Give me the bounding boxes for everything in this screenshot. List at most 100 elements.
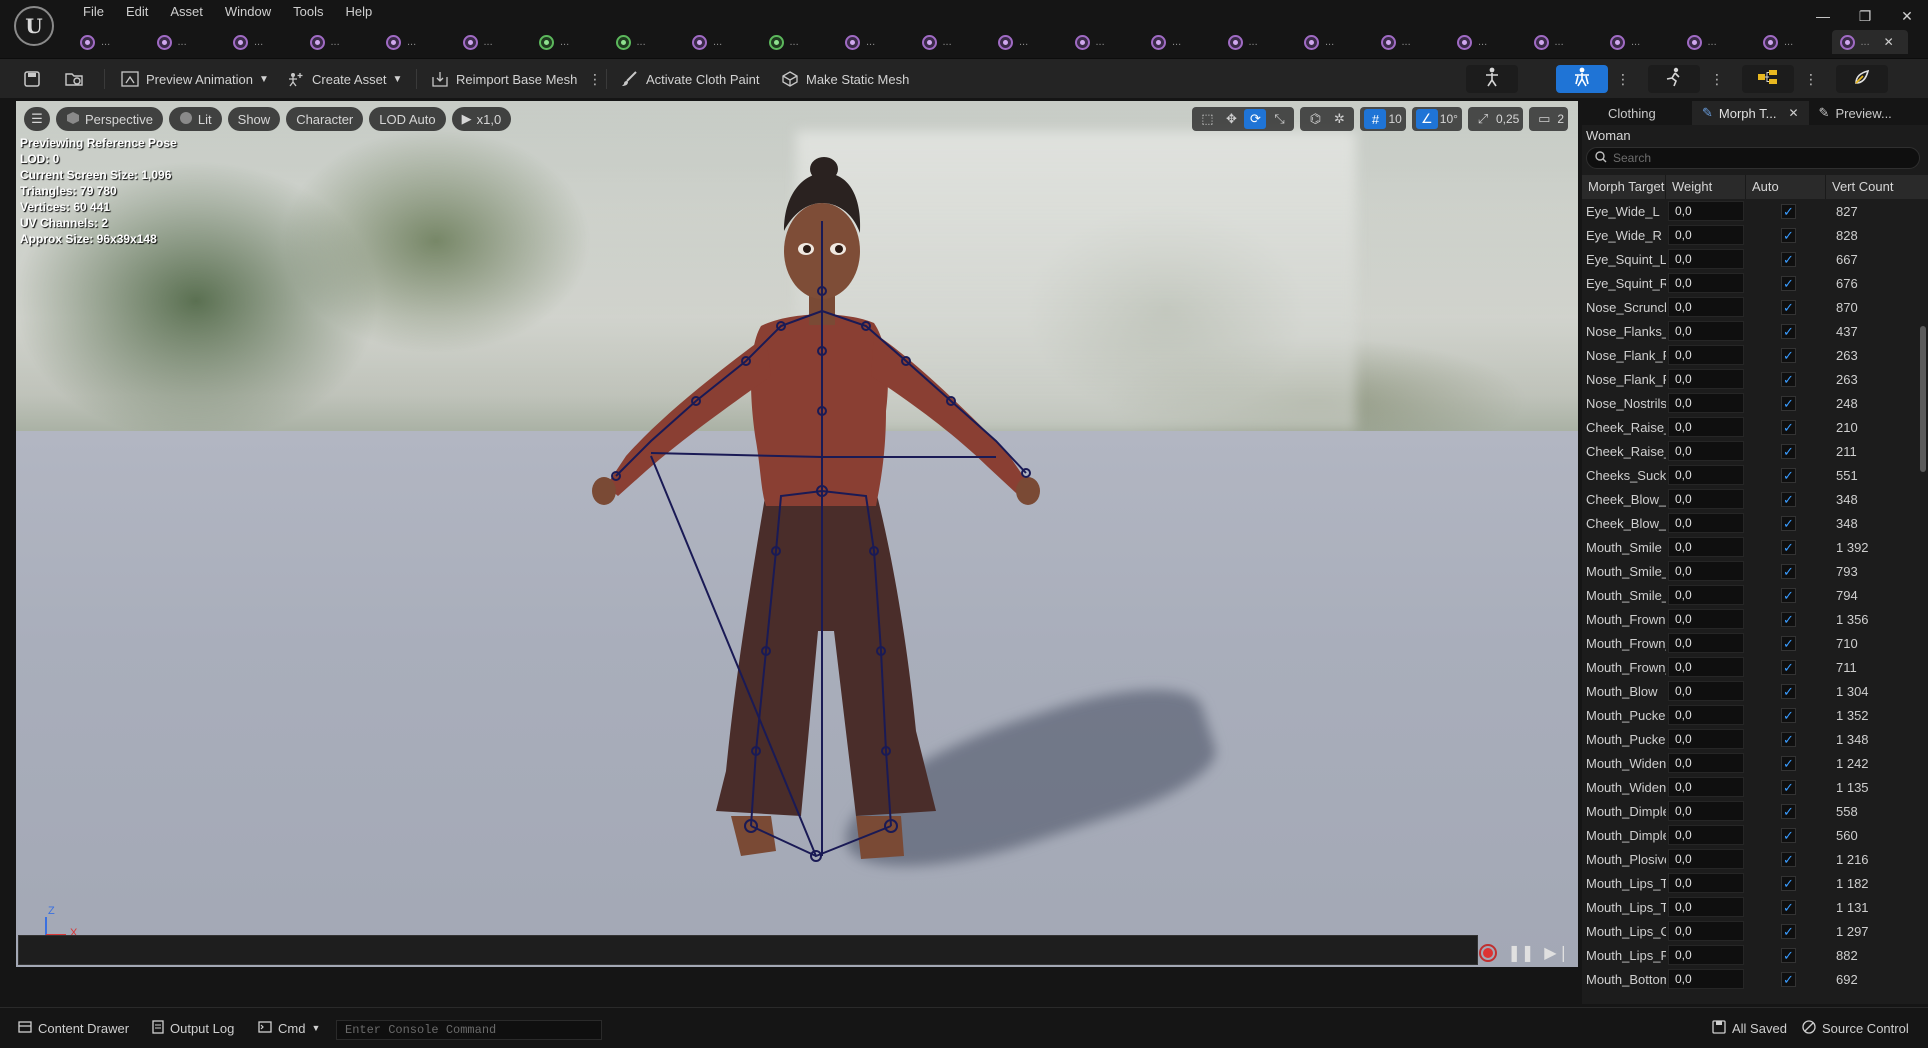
asset-tab[interactable]: ... bbox=[761, 30, 838, 54]
asset-tab[interactable]: ... bbox=[1067, 30, 1144, 54]
auto-checkbox[interactable]: ✓ bbox=[1781, 731, 1796, 747]
rotate-tool-icon[interactable]: ⟳ bbox=[1244, 109, 1267, 129]
morph-target-row[interactable]: Eye_Squint_R 0,0 ✓ 676 bbox=[1582, 271, 1928, 295]
morph-target-row[interactable]: Nose_Flank_R 0,0 ✓ 263 bbox=[1582, 343, 1928, 367]
lit-button[interactable]: Lit bbox=[168, 107, 222, 131]
auto-checkbox[interactable]: ✓ bbox=[1781, 755, 1796, 771]
morph-target-row[interactable]: Nose_Scrunch 0,0 ✓ 870 bbox=[1582, 295, 1928, 319]
morph-weight-field[interactable]: 0,0 bbox=[1668, 921, 1744, 941]
morph-search-box[interactable] bbox=[1586, 147, 1920, 169]
morph-target-row[interactable]: Mouth_Dimple 0,0 ✓ 558 bbox=[1582, 799, 1928, 823]
morph-target-row[interactable]: Mouth_Lips_O 0,0 ✓ 1 297 bbox=[1582, 919, 1928, 943]
morph-weight-field[interactable]: 0,0 bbox=[1668, 393, 1744, 413]
menu-file[interactable]: File bbox=[72, 3, 115, 21]
auto-checkbox[interactable]: ✓ bbox=[1781, 227, 1796, 243]
asset-tab[interactable]: ... bbox=[1296, 30, 1373, 54]
asset-tab[interactable]: ... bbox=[1526, 30, 1603, 54]
activate-cloth-paint-button[interactable]: Activate Cloth Paint bbox=[620, 65, 759, 93]
morph-weight-field[interactable]: 0,0 bbox=[1668, 681, 1744, 701]
auto-checkbox[interactable]: ✓ bbox=[1781, 611, 1796, 627]
morph-target-row[interactable]: Mouth_Lips_T 0,0 ✓ 1 131 bbox=[1582, 895, 1928, 919]
morph-weight-field[interactable]: 0,0 bbox=[1668, 321, 1744, 341]
morph-target-row[interactable]: Cheek_Blow_L 0,0 ✓ 348 bbox=[1582, 487, 1928, 511]
morph-target-row[interactable]: Nose_Nostrils 0,0 ✓ 248 bbox=[1582, 391, 1928, 415]
morph-weight-field[interactable]: 0,0 bbox=[1668, 873, 1744, 893]
morph-weight-field[interactable]: 0,0 bbox=[1668, 513, 1744, 533]
auto-checkbox[interactable]: ✓ bbox=[1781, 347, 1796, 363]
output-log-button[interactable]: Output Log bbox=[152, 1016, 234, 1040]
column-auto[interactable]: Auto bbox=[1746, 175, 1826, 199]
morph-weight-field[interactable]: 0,0 bbox=[1668, 897, 1744, 917]
auto-checkbox[interactable]: ✓ bbox=[1781, 395, 1796, 411]
morph-weight-field[interactable]: 0,0 bbox=[1668, 945, 1744, 965]
auto-checkbox[interactable]: ✓ bbox=[1781, 659, 1796, 675]
blueprint-mode-button[interactable] bbox=[1742, 65, 1794, 93]
morph-target-row[interactable]: Mouth_Smile 0,0 ✓ 1 392 bbox=[1582, 535, 1928, 559]
auto-checkbox[interactable]: ✓ bbox=[1781, 827, 1796, 843]
close-tab-icon[interactable]: ✕ bbox=[1788, 106, 1798, 120]
grid-snap-icon[interactable]: # bbox=[1364, 109, 1387, 129]
auto-checkbox[interactable]: ✓ bbox=[1781, 539, 1796, 555]
close-tab-icon[interactable]: ✕ bbox=[1884, 35, 1894, 49]
morph-target-row[interactable]: Mouth_Pucker 0,0 ✓ 1 348 bbox=[1582, 727, 1928, 751]
morph-target-row[interactable]: Mouth_Frown 0,0 ✓ 1 356 bbox=[1582, 607, 1928, 631]
morph-weight-field[interactable]: 0,0 bbox=[1668, 297, 1744, 317]
asset-tab[interactable]: ... bbox=[1373, 30, 1450, 54]
asset-tab[interactable]: ... bbox=[1755, 30, 1832, 54]
physics-mode-button[interactable] bbox=[1836, 65, 1888, 93]
auto-checkbox[interactable]: ✓ bbox=[1781, 203, 1796, 219]
search-input[interactable] bbox=[1613, 151, 1903, 165]
morph-target-row[interactable]: Nose_Flank_R 0,0 ✓ 263 bbox=[1582, 367, 1928, 391]
play-speed-button[interactable]: ▶ x1,0 bbox=[451, 107, 512, 131]
skeleton-mode-button[interactable] bbox=[1466, 65, 1518, 93]
camera-speed-group[interactable]: ▭ 2 bbox=[1529, 107, 1568, 131]
scale-snap-group[interactable]: ⤢ 0,25 bbox=[1467, 107, 1524, 131]
auto-checkbox[interactable]: ✓ bbox=[1781, 899, 1796, 915]
morph-weight-field[interactable]: 0,0 bbox=[1668, 441, 1744, 461]
asset-tab[interactable]: ... bbox=[455, 30, 532, 54]
asset-tab[interactable]: ... bbox=[1220, 30, 1297, 54]
morph-target-row[interactable]: Mouth_Widen 0,0 ✓ 1 242 bbox=[1582, 751, 1928, 775]
asset-tab[interactable]: ... bbox=[684, 30, 761, 54]
menu-edit[interactable]: Edit bbox=[115, 3, 159, 21]
grid-snap-group[interactable]: # 10 bbox=[1360, 107, 1406, 131]
morph-target-row[interactable]: Nose_Flanks_ 0,0 ✓ 437 bbox=[1582, 319, 1928, 343]
asset-tab[interactable]: ... bbox=[608, 30, 685, 54]
column-vert-count[interactable]: Vert Count bbox=[1826, 175, 1906, 199]
lod-button[interactable]: LOD Auto bbox=[369, 107, 446, 131]
asset-tab[interactable]: ... bbox=[1679, 30, 1756, 54]
create-asset-button[interactable]: Create Asset ▼ bbox=[286, 65, 402, 93]
rotation-snap-group[interactable]: ∠ 10° bbox=[1411, 107, 1462, 131]
scale-snap-icon[interactable]: ⤢ bbox=[1472, 109, 1494, 129]
auto-checkbox[interactable]: ✓ bbox=[1781, 467, 1796, 483]
asset-tab[interactable]: ... bbox=[302, 30, 379, 54]
preview-animation-button[interactable]: Preview Animation ▼ bbox=[120, 65, 269, 93]
auto-checkbox[interactable]: ✓ bbox=[1781, 419, 1796, 435]
auto-checkbox[interactable]: ✓ bbox=[1781, 587, 1796, 603]
morph-weight-field[interactable]: 0,0 bbox=[1668, 753, 1744, 773]
morph-weight-field[interactable]: 0,0 bbox=[1668, 633, 1744, 653]
morph-weight-field[interactable]: 0,0 bbox=[1668, 609, 1744, 629]
morph-weight-field[interactable]: 0,0 bbox=[1668, 225, 1744, 245]
morph-target-row[interactable]: Mouth_Smile_ 0,0 ✓ 793 bbox=[1582, 559, 1928, 583]
camera-icon[interactable]: ▭ bbox=[1533, 109, 1555, 129]
pause-button[interactable]: ❚❚ bbox=[1507, 943, 1534, 963]
close-window-button[interactable]: ✕ bbox=[1886, 0, 1928, 32]
morph-target-row[interactable]: Mouth_Bottom 0,0 ✓ 692 bbox=[1582, 967, 1928, 991]
morph-weight-field[interactable]: 0,0 bbox=[1668, 729, 1744, 749]
asset-tab[interactable]: ... ✕ bbox=[1831, 30, 1908, 54]
morph-weight-field[interactable]: 0,0 bbox=[1668, 801, 1744, 821]
asset-tab[interactable]: ... bbox=[531, 30, 608, 54]
preview-viewport[interactable]: ☰ Perspective Lit Show Character LOD Aut… bbox=[16, 101, 1578, 967]
morph-weight-field[interactable]: 0,0 bbox=[1668, 705, 1744, 725]
auto-checkbox[interactable]: ✓ bbox=[1781, 251, 1796, 267]
morph-weight-field[interactable]: 0,0 bbox=[1668, 465, 1744, 485]
select-tool-icon[interactable]: ⬚ bbox=[1196, 109, 1218, 129]
morph-target-row[interactable]: Eye_Squint_L 0,0 ✓ 667 bbox=[1582, 247, 1928, 271]
asset-tab[interactable]: ... bbox=[72, 30, 149, 54]
step-forward-button[interactable]: ▶❘ bbox=[1544, 943, 1570, 963]
morph-weight-field[interactable]: 0,0 bbox=[1668, 561, 1744, 581]
asset-tab[interactable]: ... bbox=[990, 30, 1067, 54]
save-button[interactable] bbox=[22, 65, 42, 93]
tab-clothing[interactable]: Clothing bbox=[1582, 101, 1692, 125]
